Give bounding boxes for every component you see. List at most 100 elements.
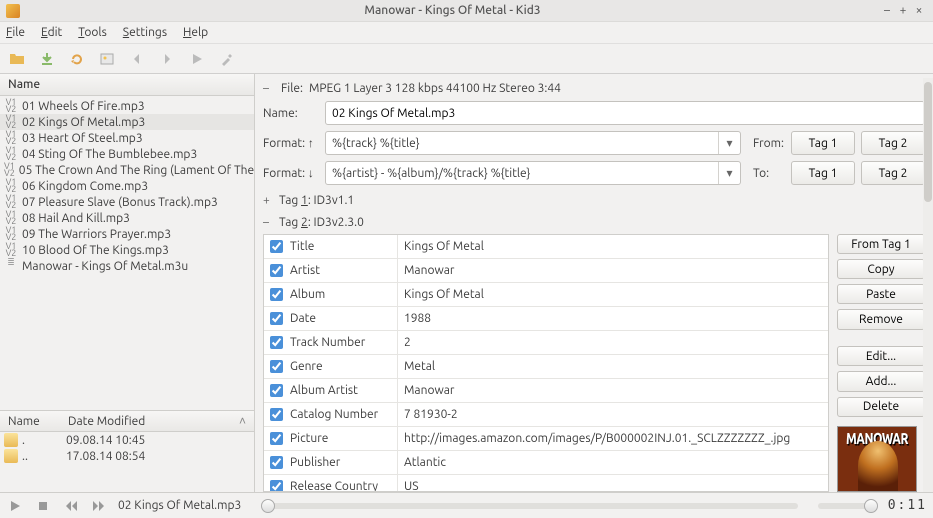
- format-up-combo[interactable]: %{track} %{title} ▾: [325, 131, 741, 155]
- save-icon[interactable]: [36, 48, 58, 70]
- tag2-section: Tag 2: ID3v2.3.0: [263, 212, 925, 232]
- tag-field-value[interactable]: Atlantic: [398, 451, 828, 474]
- dirlist-header-date[interactable]: Date Modified: [60, 415, 153, 428]
- left-pane: Name V1V201 Wheels Of Fire.mp3V1V202 Kin…: [0, 74, 255, 492]
- file-row[interactable]: V1V205 The Crown And The Ring (Lament Of…: [0, 162, 254, 178]
- tag-row: Catalog Number7 81930-2: [264, 403, 828, 427]
- player-stop-icon[interactable]: [34, 497, 52, 515]
- from-tag2-button[interactable]: Tag 2: [861, 131, 925, 155]
- tag-checkbox[interactable]: [270, 312, 283, 325]
- add-button[interactable]: Add...: [837, 371, 925, 391]
- delete-button[interactable]: Delete: [837, 397, 925, 417]
- file-row[interactable]: ≣Manowar - Kings Of Metal.m3u: [0, 258, 254, 274]
- vertical-scrollbar[interactable]: [923, 78, 933, 492]
- dir-row[interactable]: ..17.08.14 08:54: [0, 448, 254, 464]
- tag-row: Track Number2: [264, 331, 828, 355]
- tag-checkbox[interactable]: [270, 336, 283, 349]
- album-art[interactable]: MANOWAR: [837, 426, 917, 492]
- menu-file[interactable]: File: [6, 26, 25, 39]
- collapse-fileinfo-icon[interactable]: –: [263, 82, 275, 95]
- player-prev-icon[interactable]: [62, 497, 80, 515]
- tag-field-value[interactable]: http://images.amazon.com/images/P/B00000…: [398, 427, 828, 450]
- from-tag1-button[interactable]: Tag 1: [791, 131, 855, 155]
- tag-field-value[interactable]: 2: [398, 331, 828, 354]
- player-play-icon[interactable]: [6, 497, 24, 515]
- to-tag1-button[interactable]: Tag 1: [791, 161, 855, 185]
- copy-button[interactable]: Copy: [837, 259, 925, 279]
- file-row[interactable]: V1V203 Heart Of Steel.mp3: [0, 130, 254, 146]
- chevron-up-icon[interactable]: ˄: [231, 414, 254, 428]
- from-tag1-side-button[interactable]: From Tag 1: [837, 234, 925, 254]
- volume-thumb[interactable]: [864, 499, 878, 513]
- expand-tag1-icon[interactable]: [263, 194, 273, 207]
- tag-checkbox-cell: [264, 480, 288, 492]
- dirlist[interactable]: .09.08.14 10:45..17.08.14 08:54: [0, 432, 254, 492]
- to-tag2-button[interactable]: Tag 2: [861, 161, 925, 185]
- file-info-value: MPEG 1 Layer 3 128 kbps 44100 Hz Stereo …: [309, 82, 561, 95]
- tag-row: TitleKings Of Metal: [264, 235, 828, 259]
- close-button[interactable]: ×: [911, 4, 927, 17]
- filelist[interactable]: V1V201 Wheels Of Fire.mp3V1V202 Kings Of…: [0, 96, 254, 410]
- remove-button[interactable]: Remove: [837, 309, 925, 329]
- file-row[interactable]: V1V202 Kings Of Metal.mp3: [0, 114, 254, 130]
- tag-checkbox[interactable]: [270, 408, 283, 421]
- volume-slider[interactable]: [818, 503, 878, 509]
- collapse-tag2-icon[interactable]: [263, 216, 273, 229]
- menu-settings[interactable]: Settings: [123, 26, 167, 39]
- tag-checkbox[interactable]: [270, 288, 283, 301]
- paste-button[interactable]: Paste: [837, 284, 925, 304]
- format-down-value: %{artist} - %{album}/%{track} %{title}: [332, 167, 718, 180]
- minimize-button[interactable]: –: [879, 4, 895, 17]
- tag-field-name: Picture: [288, 427, 398, 450]
- tag-field-value[interactable]: US: [398, 475, 828, 492]
- scrollbar-thumb[interactable]: [924, 82, 932, 202]
- tools-icon[interactable]: [216, 48, 238, 70]
- tag-checkbox[interactable]: [270, 432, 283, 445]
- file-row[interactable]: V1V209 The Warriors Prayer.mp3: [0, 226, 254, 242]
- file-row[interactable]: V1V208 Hail And Kill.mp3: [0, 210, 254, 226]
- file-row[interactable]: V1V207 Pleasure Slave (Bonus Track).mp3: [0, 194, 254, 210]
- revert-icon[interactable]: [66, 48, 88, 70]
- file-row[interactable]: V1V210 Blood Of The Kings.mp3: [0, 242, 254, 258]
- file-info-row: – File: MPEG 1 Layer 3 128 kbps 44100 Hz…: [263, 78, 925, 98]
- player-next-icon[interactable]: [90, 497, 108, 515]
- dir-row[interactable]: .09.08.14 10:45: [0, 432, 254, 448]
- forward-icon[interactable]: [156, 48, 178, 70]
- tag-checkbox[interactable]: [270, 480, 283, 492]
- menu-edit[interactable]: Edit: [41, 26, 62, 39]
- maximize-button[interactable]: +: [895, 4, 911, 17]
- seek-slider[interactable]: [261, 503, 797, 509]
- chevron-down-icon[interactable]: ▾: [718, 162, 740, 184]
- tag-field-value[interactable]: Metal: [398, 355, 828, 378]
- picture-icon[interactable]: [96, 48, 118, 70]
- chevron-down-icon[interactable]: ▾: [718, 132, 740, 154]
- tag-field-value[interactable]: 7 81930-2: [398, 403, 828, 426]
- menu-tools[interactable]: Tools: [78, 26, 107, 39]
- seek-thumb[interactable]: [261, 499, 275, 513]
- open-folder-icon[interactable]: [6, 48, 28, 70]
- tag-checkbox[interactable]: [270, 384, 283, 397]
- toolbar: [0, 44, 933, 74]
- dirlist-header-name[interactable]: Name: [0, 415, 60, 428]
- back-icon[interactable]: [126, 48, 148, 70]
- tag-field-name: Release Country: [288, 475, 398, 492]
- tag-field-value[interactable]: Kings Of Metal: [398, 235, 828, 258]
- play-icon[interactable]: [186, 48, 208, 70]
- filelist-header[interactable]: Name: [0, 74, 254, 96]
- tag-field-value[interactable]: 1988: [398, 307, 828, 330]
- tag-field-value[interactable]: Manowar: [398, 379, 828, 402]
- tag-checkbox[interactable]: [270, 240, 283, 253]
- tag-checkbox[interactable]: [270, 360, 283, 373]
- tag-field-name: Genre: [288, 355, 398, 378]
- tag-checkbox[interactable]: [270, 264, 283, 277]
- file-row[interactable]: V1V204 Sting Of The Bumblebee.mp3: [0, 146, 254, 162]
- tag-field-value[interactable]: Manowar: [398, 259, 828, 282]
- menu-help[interactable]: Help: [183, 26, 208, 39]
- file-row[interactable]: V1V206 Kingdom Come.mp3: [0, 178, 254, 194]
- tag-field-value[interactable]: Kings Of Metal: [398, 283, 828, 306]
- tag-checkbox[interactable]: [270, 456, 283, 469]
- format-down-combo[interactable]: %{artist} - %{album}/%{track} %{title} ▾: [325, 161, 741, 185]
- file-row[interactable]: V1V201 Wheels Of Fire.mp3: [0, 98, 254, 114]
- edit-button[interactable]: Edit...: [837, 346, 925, 366]
- filename-input[interactable]: [325, 101, 925, 125]
